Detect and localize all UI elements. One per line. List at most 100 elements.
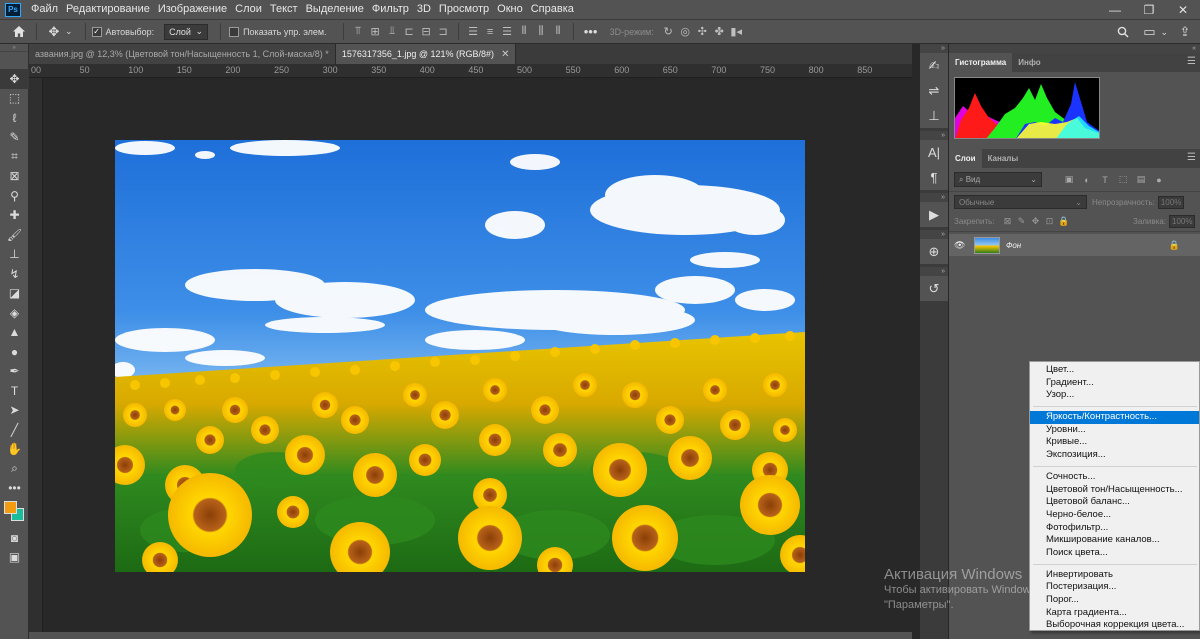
layer-kind-filter[interactable]: ⌕ Вид ⌄ <box>954 172 1042 187</box>
quick-selection-tool-icon[interactable]: ✎ <box>0 128 29 148</box>
restore-button[interactable]: ❐ <box>1132 0 1166 19</box>
slide-3d-icon[interactable]: ✤ <box>711 23 728 40</box>
context-menu-item[interactable]: Постеризация... <box>1030 581 1199 594</box>
eyedropper-tool-icon[interactable]: ⚲ <box>0 186 29 206</box>
align-hcenter-icon[interactable]: ⊟ <box>418 23 435 40</box>
chevron-down-icon[interactable]: ⌄ <box>65 26 73 37</box>
workspace-icon[interactable]: ▭ <box>1138 21 1160 43</box>
lock-all-icon[interactable]: 🔒 <box>1057 216 1071 227</box>
close-icon[interactable]: ✕ <box>501 49 509 60</box>
history-panel-icon[interactable]: ↺ <box>920 276 948 301</box>
show-transform-checkbox[interactable] <box>229 26 240 37</box>
menu-item-1[interactable]: Редактирование <box>62 0 154 19</box>
menu-item-10[interactable]: Справка <box>527 0 578 19</box>
panel-menu-icon[interactable]: ☰ <box>1187 152 1196 163</box>
tab-info[interactable]: Инфо <box>1012 53 1046 72</box>
type-tool-icon[interactable]: T <box>0 381 29 401</box>
toolbar-grip[interactable]: » <box>0 44 28 52</box>
context-menu-item[interactable]: Цвет... <box>1030 364 1199 377</box>
tab-histogram[interactable]: Гистограмма <box>949 53 1013 72</box>
autoselect-checkbox[interactable]: ✓ <box>91 26 102 37</box>
context-menu-item[interactable]: Кривые... <box>1030 436 1199 449</box>
lock-image-icon[interactable]: ✎ <box>1015 216 1029 227</box>
paint-bucket-tool-icon[interactable]: ◈ <box>0 303 29 323</box>
align-right-icon[interactable]: ⊐ <box>435 23 452 40</box>
move-tool-icon[interactable]: ✥ <box>0 69 29 89</box>
filter-smart-icon[interactable]: ▤ <box>1132 172 1150 187</box>
tab-document-1[interactable]: азвания.jpg @ 12,3% (Цветовой тон/Насыще… <box>29 44 336 64</box>
menu-item-4[interactable]: Текст <box>266 0 302 19</box>
context-menu-item[interactable]: Черно-белое... <box>1030 509 1199 522</box>
filter-adjustment-icon[interactable]: ◐ <box>1078 172 1096 187</box>
more-options-icon[interactable]: ••• <box>580 21 602 43</box>
clone-source-icon[interactable]: ⊥ <box>920 103 948 128</box>
menu-item-8[interactable]: Просмотр <box>435 0 493 19</box>
collapse-icon[interactable]: « <box>949 44 1200 53</box>
filter-toggle-icon[interactable]: ● <box>1150 172 1168 187</box>
brush-presets-icon[interactable]: ⇌ <box>920 78 948 103</box>
context-menu-item[interactable]: Уровни... <box>1030 424 1199 437</box>
collapse-icon[interactable]: » <box>920 267 948 276</box>
distribute-right-icon[interactable]: ⦀ <box>550 23 567 40</box>
actions-play-icon[interactable]: ▶ <box>920 202 948 227</box>
layer-row[interactable]: 👁 Фон 🔒 <box>949 234 1200 256</box>
eye-icon[interactable]: 👁 <box>954 240 966 251</box>
filter-pixel-icon[interactable]: ▣ <box>1060 172 1078 187</box>
pen-tool-icon[interactable]: ✒ <box>0 362 29 382</box>
zoom-tool-icon[interactable]: ⌕ <box>0 459 29 479</box>
roll-3d-icon[interactable]: ◎ <box>677 23 694 40</box>
menu-item-0[interactable]: Файл <box>27 0 62 19</box>
context-menu-item[interactable]: Градиент... <box>1030 377 1199 390</box>
edit-toolbar-icon[interactable]: ••• <box>0 479 29 499</box>
paragraph-panel-icon[interactable]: ¶ <box>920 165 948 190</box>
context-menu-item[interactable]: Экспозиция... <box>1030 449 1199 462</box>
distribute-hcenter-icon[interactable]: ⫼ <box>533 23 550 40</box>
path-selection-tool-icon[interactable]: ➤ <box>0 401 29 421</box>
collapse-icon[interactable]: » <box>920 44 948 53</box>
distribute-vcenter-icon[interactable]: ≡ <box>482 23 499 40</box>
menu-item-7[interactable]: 3D <box>413 0 435 19</box>
dodge-tool-icon[interactable]: ● <box>0 342 29 362</box>
opacity-field[interactable]: 100% <box>1157 195 1184 209</box>
menu-item-9[interactable]: Окно <box>493 0 527 19</box>
menu-item-5[interactable]: Выделение <box>302 0 368 19</box>
home-icon[interactable] <box>8 21 30 43</box>
context-menu-item[interactable]: Сочность... <box>1030 471 1199 484</box>
eraser-tool-icon[interactable]: ◪ <box>0 284 29 304</box>
context-menu-item[interactable]: Выборочная коррекция цвета... <box>1030 619 1199 632</box>
healing-brush-tool-icon[interactable]: ✚ <box>0 206 29 226</box>
clone-stamp-tool-icon[interactable]: ⊥ <box>0 245 29 265</box>
context-menu-item[interactable]: Порог... <box>1030 594 1199 607</box>
menu-item-6[interactable]: Фильтр <box>368 0 413 19</box>
character-panel-icon[interactable]: A| <box>920 140 948 165</box>
adjustments-panel-icon[interactable]: ⊕ <box>920 239 948 264</box>
align-vcenter-icon[interactable]: ⊞ <box>367 23 384 40</box>
context-menu-item[interactable]: Цветовой баланс... <box>1030 496 1199 509</box>
blur-tool-icon[interactable]: ▲ <box>0 323 29 343</box>
context-menu-item[interactable]: Поиск цвета... <box>1030 547 1199 560</box>
collapse-icon[interactable]: » <box>920 230 948 239</box>
context-menu-item[interactable]: Яркость/Контрастность... <box>1030 411 1199 424</box>
screen-mode-icon[interactable]: ▣ <box>0 548 29 568</box>
collapse-icon[interactable]: » <box>920 193 948 202</box>
move-tool-icon[interactable]: ✥ <box>43 21 65 43</box>
autoselect-dropdown[interactable]: Слой ⌄ <box>164 23 209 40</box>
fill-field[interactable]: 100% <box>1169 215 1195 228</box>
share-icon[interactable]: ⇪ <box>1174 21 1196 43</box>
context-menu-item[interactable]: Микширование каналов... <box>1030 534 1199 547</box>
foreground-color-swatch[interactable] <box>4 501 17 514</box>
frame-tool-icon[interactable]: ⊠ <box>0 167 29 187</box>
lasso-tool-icon[interactable]: ℓ <box>0 108 29 128</box>
chevron-down-icon[interactable]: ⌄ <box>1160 27 1168 38</box>
marquee-tool-icon[interactable]: ⬚ <box>0 89 29 109</box>
tab-layers[interactable]: Слои <box>949 149 982 168</box>
context-menu-item[interactable]: Узор... <box>1030 389 1199 402</box>
hand-tool-icon[interactable]: ✋ <box>0 440 29 460</box>
distribute-bottom-icon[interactable]: ☰ <box>499 23 516 40</box>
orbit-3d-icon[interactable]: ↻ <box>660 23 677 40</box>
crop-tool-icon[interactable]: ⌗ <box>0 147 29 167</box>
align-top-icon[interactable]: ⫪ <box>350 23 367 40</box>
align-left-icon[interactable]: ⊏ <box>401 23 418 40</box>
distribute-top-icon[interactable]: ☰ <box>465 23 482 40</box>
lock-artboard-icon[interactable]: ⊡ <box>1043 216 1057 227</box>
